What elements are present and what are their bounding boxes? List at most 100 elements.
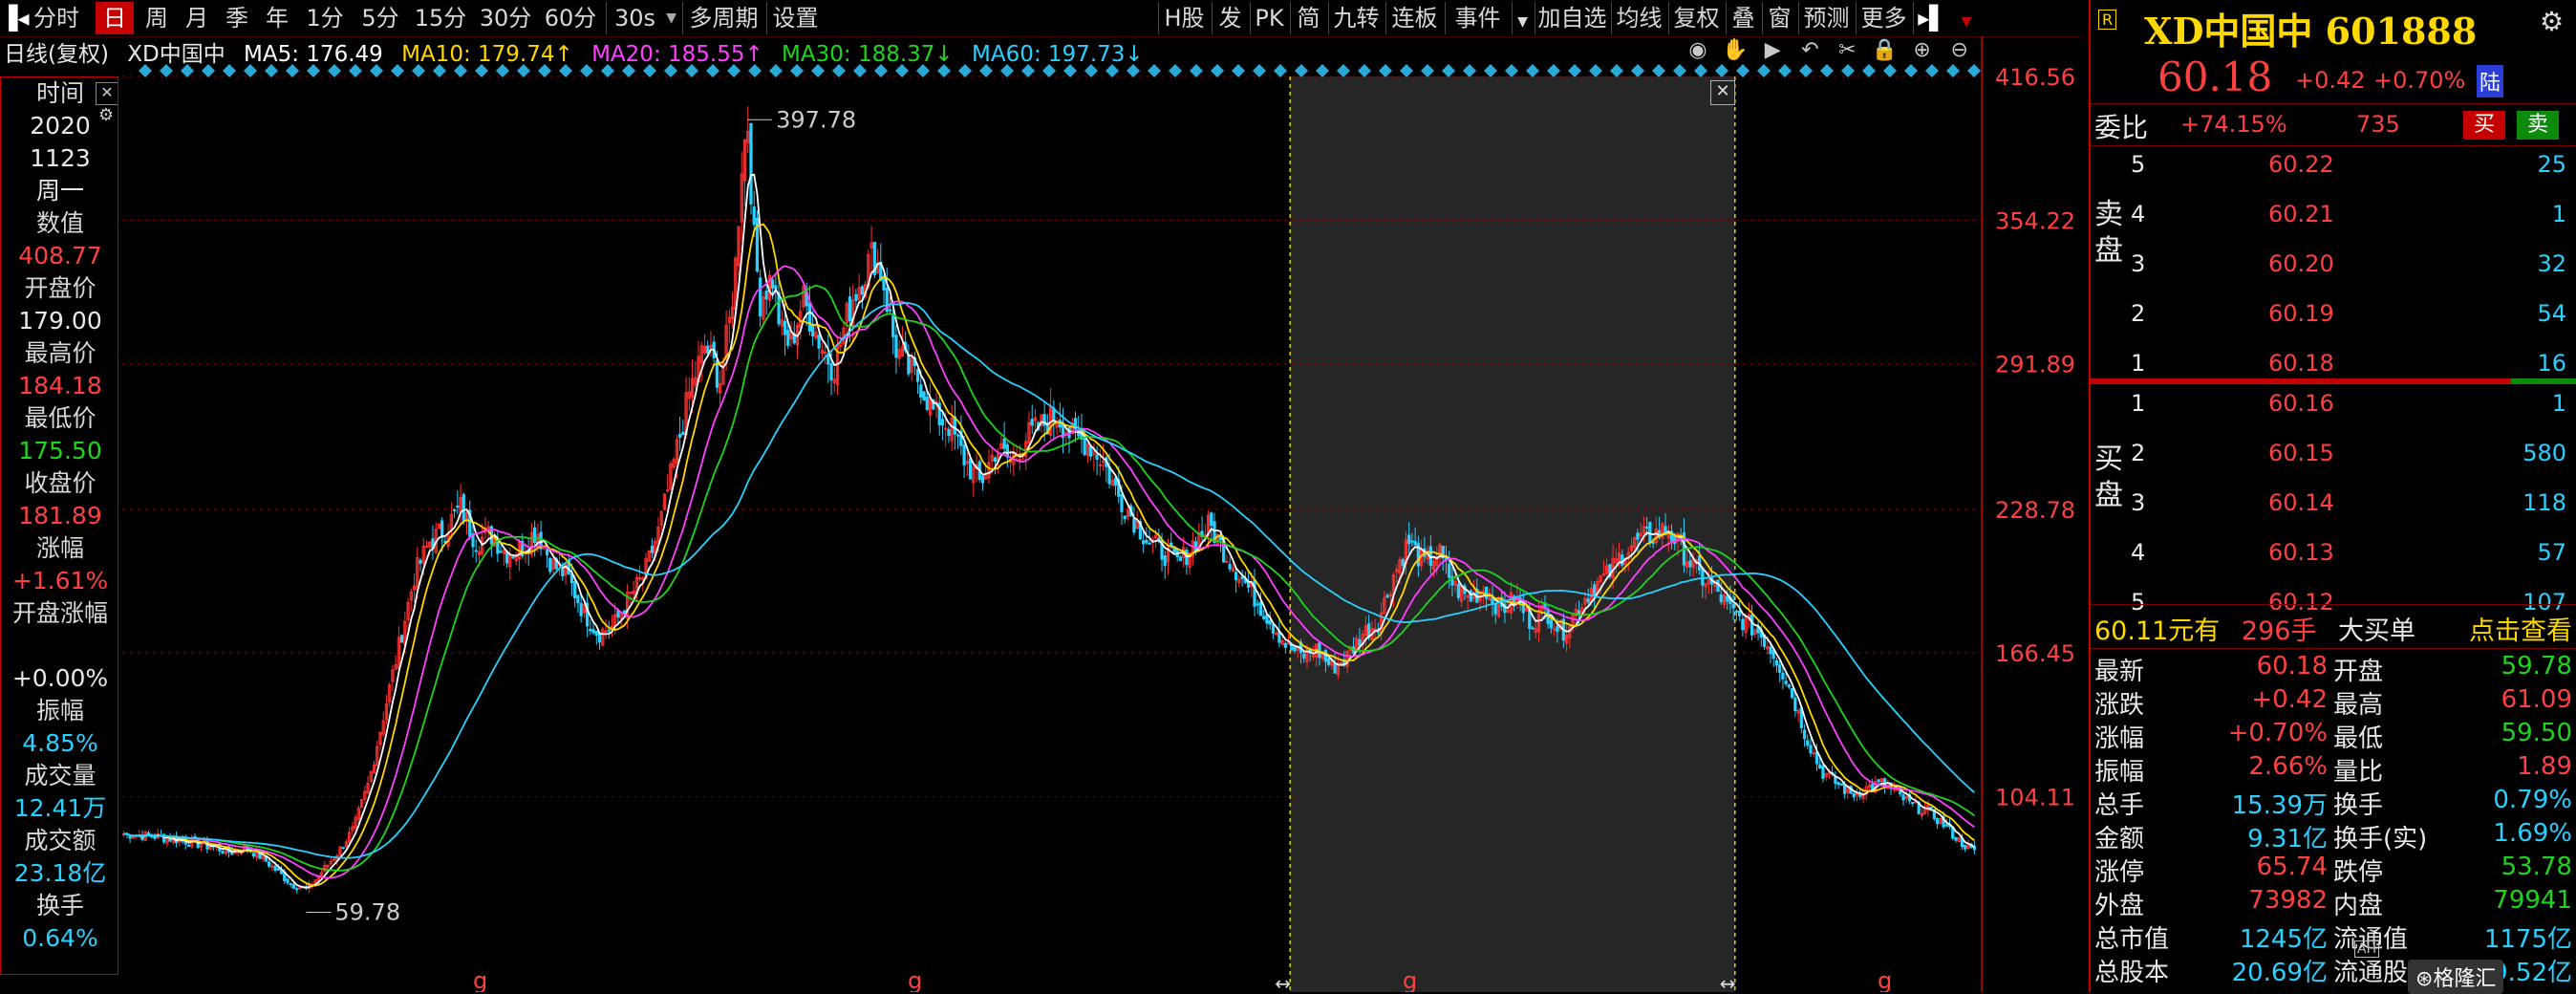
candle-body [1401,558,1405,567]
stat-label: 最新 [2094,658,2145,686]
tab-15min[interactable]: 15分 [409,2,472,34]
level: 3 [2131,250,2146,277]
candle-body [286,878,290,884]
y-tick-label: 104.11 [1995,785,2075,811]
add-watchlist-button[interactable]: 加自选 [1535,2,1609,34]
event-marker-icon [1610,64,1623,77]
stat-value: 2.66% [2248,752,2328,781]
stat-label: 总股本 [2094,959,2170,987]
event-marker-icon [1274,64,1287,77]
tab-1min[interactable]: 1分 [298,2,352,34]
multi-period-button[interactable]: 多周期 [682,2,764,34]
close-range-icon[interactable]: ✕ [1710,80,1735,105]
big-order-link[interactable]: 点击查看 [2469,610,2572,647]
weibi-label: 委比 [2094,112,2149,143]
zoom-out-icon[interactable]: ⊖ [1943,38,1976,62]
stat-label: 总手 [2094,791,2145,820]
tab-60min[interactable]: 60分 [539,2,602,34]
sell-row-2: 2 60.19 54 [2091,300,2576,333]
undo-icon[interactable]: ↶ [1793,38,1826,62]
stats-row: 金额 9.31亿 换手(实) 1.69% [2091,819,2576,854]
tab-30min[interactable]: 30分 [474,2,537,34]
expand-right-icon[interactable]: ▸▌ [1913,2,1951,34]
tab-week[interactable]: 周 [138,2,176,34]
candle-body [1648,522,1652,544]
interval-select[interactable]: 30s ▼ [606,2,680,34]
event-button[interactable]: 事件 [1445,2,1510,34]
buy-button[interactable]: 买 [2463,111,2505,140]
collapse-icon[interactable]: ▐◂ [0,2,30,34]
stats-row: 总市值 1245亿 流通值 1175亿 [2091,919,2576,954]
candle-body [545,549,549,556]
forecast-button[interactable]: 预测 [1798,2,1854,34]
candle-body [1256,603,1259,606]
eye-icon[interactable]: ◉ [1682,38,1714,62]
lianban-button[interactable]: 连板 [1385,2,1443,34]
overlay-button[interactable]: 叠 [1726,2,1760,34]
candle-body [1030,419,1034,426]
more-button[interactable]: 更多 [1856,2,1911,34]
hand-icon[interactable]: ✋ [1719,38,1751,62]
candle-body [561,568,565,576]
candle-body [1120,494,1124,512]
candle-body [1738,610,1742,616]
panel-gear-icon[interactable]: ⚙ [2540,6,2564,37]
candle-body [1651,541,1655,544]
lock-icon[interactable]: 🔒 [1868,38,1900,62]
jiuzhuan-button[interactable]: 九转 [1328,2,1384,34]
sell-button[interactable]: 卖 [2517,111,2559,140]
stat-value: +0.70% [2227,719,2328,747]
candle-body [786,330,790,347]
kline-chart[interactable]: 416.56 354.22 291.89 228.78 166.45 104.11 397.… [0,36,2083,992]
stat-value: 59.50 [2501,719,2572,747]
candle-body [341,847,345,850]
candle-body [291,883,296,889]
price: 60.14 [2268,489,2334,516]
settings-button[interactable]: 设置 [766,2,824,34]
candle-body [677,433,682,439]
tab-month[interactable]: 月 [178,2,216,34]
candle-body [1750,614,1754,636]
ma-button[interactable]: 均线 [1611,2,1666,34]
level: 3 [2131,489,2146,516]
tab-year[interactable]: 年 [258,2,296,34]
tab-day[interactable]: 日 [96,2,134,34]
interval-value: 30s [614,5,656,32]
scissors-icon[interactable]: ✂ [1831,38,1863,62]
stat-value: 15.39万 [2231,791,2328,820]
price: 60.22 [2268,151,2334,178]
candle-body [1163,555,1167,567]
play-icon[interactable]: ▶ [1756,38,1789,62]
hshare-button[interactable]: H股 [1158,2,1210,34]
zoom-in-icon[interactable]: ⊕ [1906,38,1939,62]
kline-svg[interactable]: 416.56 354.22 291.89 228.78 166.45 104.11 397.… [0,36,2083,992]
fa-button[interactable]: 发 [1212,2,1248,34]
candle-body [419,559,422,564]
candle-body [573,580,577,599]
info-value-close: 181.89 [18,502,102,529]
candle-body [1302,653,1306,659]
big-order-price: 60.11元有 [2094,616,2221,646]
big-order-text: 大买单 [2338,616,2416,646]
candle-body [1586,598,1590,603]
tab-fenshi[interactable]: 分时 [21,2,92,34]
info-label-close: 收盘价 [24,469,97,497]
event-marker-icon [1400,64,1413,77]
info-value-low: 175.50 [18,437,102,465]
buy-row-1: 1 60.16 1 [2091,390,2576,422]
event-dropdown-icon[interactable]: ▼ [1512,2,1533,34]
window-button[interactable]: 窗 [1762,2,1796,34]
pk-button[interactable]: PK [1250,2,1288,34]
level: 1 [2131,350,2146,377]
candle-body [1734,610,1739,613]
info-value-weekday: 周一 [35,177,84,205]
stat-value: 53.78 [2501,853,2572,881]
tab-5min[interactable]: 5分 [354,2,407,34]
toolbar-dropdown-icon[interactable]: ▼ [1955,2,1978,34]
event-marker-icon [1358,64,1371,77]
jian-button[interactable]: 简 [1290,2,1326,34]
candle-body [650,545,655,553]
candle-body [968,458,973,480]
tab-season[interactable]: 季 [218,2,256,34]
adjust-button[interactable]: 复权 [1668,2,1724,34]
